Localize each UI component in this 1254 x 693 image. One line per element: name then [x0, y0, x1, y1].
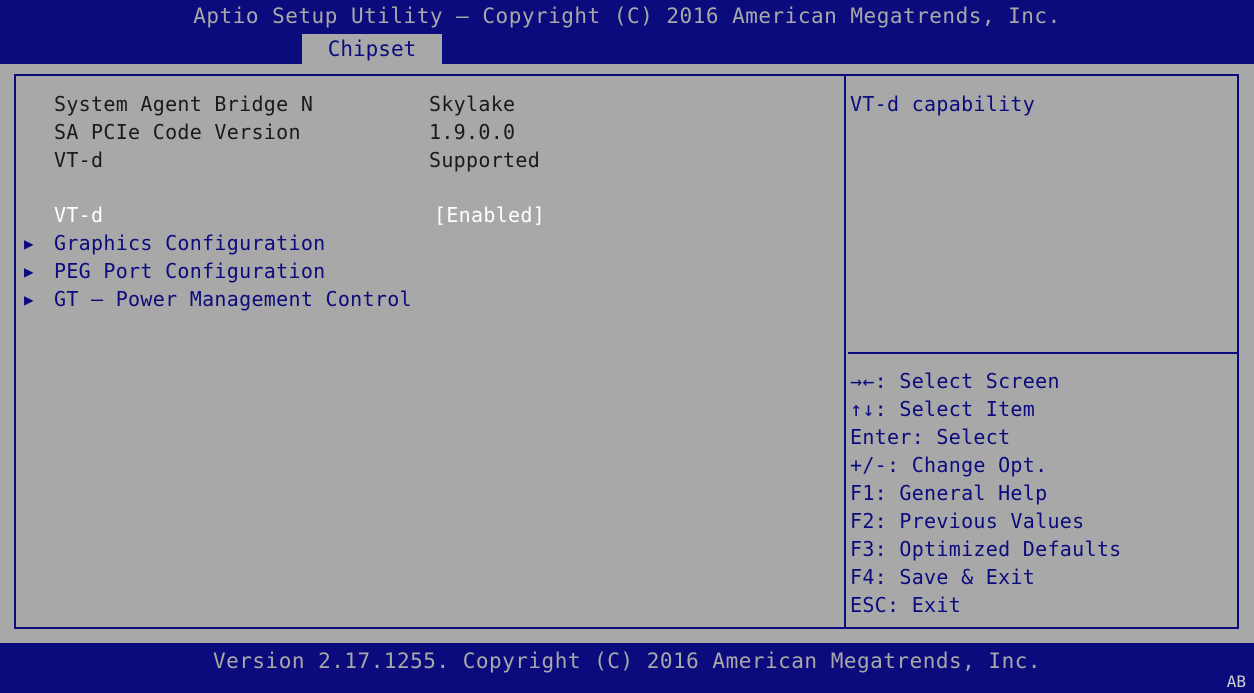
help-key-f2: F2: Previous Values — [850, 509, 1085, 533]
help-description: VT-d capability — [850, 92, 1036, 116]
triangle-right-icon: ▶ — [24, 262, 34, 281]
footer-bar: Version 2.17.1255. Copyright (C) 2016 Am… — [0, 643, 1254, 693]
bios-screen: Aptio Setup Utility – Copyright (C) 2016… — [0, 0, 1254, 693]
tab-chipset[interactable]: Chipset — [302, 34, 442, 64]
help-key-f4: F4: Save & Exit — [850, 565, 1036, 589]
info-label-vtd-support: VT-d — [54, 148, 104, 172]
info-label-sa-pcie-code-version: SA PCIe Code Version — [54, 120, 301, 144]
help-key-esc: ESC: Exit — [850, 593, 962, 617]
panel-divider-horizontal — [848, 352, 1239, 354]
vtd-setting-value[interactable]: [Enabled] — [434, 203, 545, 227]
vtd-setting-label[interactable]: VT-d — [54, 203, 103, 227]
submenu-gt-power-management-control[interactable]: GT – Power Management Control — [54, 287, 412, 311]
triangle-right-icon: ▶ — [24, 290, 34, 309]
footer-post-code: AB — [1226, 672, 1246, 691]
footer-version-text: Version 2.17.1255. Copyright (C) 2016 Am… — [212, 649, 1041, 673]
main-panel: System Agent Bridge N Skylake SA PCIe Co… — [14, 74, 1239, 629]
submenu-peg-port-configuration[interactable]: PEG Port Configuration — [54, 259, 326, 283]
info-label-system-agent-bridge: System Agent Bridge N — [54, 92, 314, 116]
header-bar: Aptio Setup Utility – Copyright (C) 2016… — [0, 0, 1254, 64]
help-key-f3: F3: Optimized Defaults — [850, 537, 1122, 561]
info-value-vtd-support: Supported — [429, 148, 541, 172]
triangle-right-icon: ▶ — [24, 234, 34, 253]
help-key-enter: Enter: Select — [850, 425, 1011, 449]
header-title: Aptio Setup Utility – Copyright (C) 2016… — [193, 4, 1061, 28]
help-key-f1: F1: General Help — [850, 481, 1048, 505]
info-value-system-agent-bridge: Skylake — [429, 92, 516, 116]
panel-divider-vertical — [844, 76, 846, 627]
help-key-select-screen: →←: Select Screen — [850, 369, 1060, 393]
help-key-change-opt: +/-: Change Opt. — [850, 453, 1048, 477]
info-value-sa-pcie-code-version: 1.9.0.0 — [429, 120, 516, 144]
help-key-select-item: ↑↓: Select Item — [850, 397, 1036, 421]
submenu-graphics-configuration[interactable]: Graphics Configuration — [54, 231, 326, 255]
